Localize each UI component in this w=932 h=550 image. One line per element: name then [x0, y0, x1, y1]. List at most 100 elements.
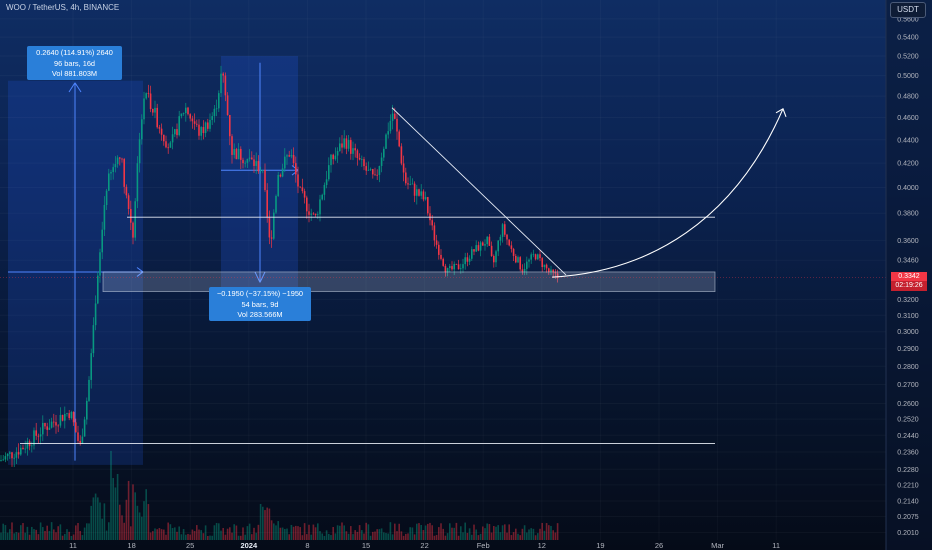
volume-bar — [46, 525, 48, 540]
candle-bull — [200, 127, 202, 136]
candle-bear — [548, 268, 550, 273]
volume-bar — [554, 532, 557, 540]
volume-bar — [178, 526, 180, 540]
candle-bear — [534, 254, 537, 260]
volume-bar — [515, 528, 517, 540]
volume-bar — [508, 524, 510, 540]
candle-bear — [202, 127, 205, 133]
candle-bear — [121, 158, 123, 160]
measure-down-volume: Vol 283.566M — [237, 310, 283, 319]
candle-bull — [317, 214, 319, 216]
volume-bar — [336, 525, 339, 540]
candle-bear — [405, 172, 407, 184]
volume-bar — [424, 525, 427, 540]
volume-bar — [6, 532, 9, 540]
volume-bar — [460, 526, 462, 540]
volume-bar — [292, 526, 295, 540]
candle-bear — [422, 191, 425, 200]
volume-bar — [343, 525, 345, 540]
volume-bar — [114, 487, 117, 540]
candle-bear — [407, 183, 409, 185]
candle-bear — [440, 254, 442, 259]
volume-bar — [143, 501, 145, 540]
chart-window[interactable]: 0.5600 0.5400 0.5200 0.5000 0.4800 0.4600 0.44… — [0, 0, 932, 550]
volume-bar — [196, 525, 198, 540]
volume-bar — [61, 535, 64, 540]
candle-bull — [48, 427, 51, 430]
candle-bear — [152, 108, 154, 113]
volume-bar — [108, 522, 110, 540]
candle-bear — [125, 186, 128, 196]
candle-bull — [471, 249, 473, 259]
candle-bear — [231, 136, 233, 155]
volume-bar — [130, 526, 132, 540]
volume-bar — [39, 522, 42, 540]
candle-bull — [213, 108, 216, 117]
volume-bar — [328, 533, 330, 540]
volume-bar — [251, 534, 253, 540]
support-zone-box — [102, 271, 716, 293]
measure-down-label: −0.1950 (−37.15%) −1950 54 bars, 9d Vol … — [209, 287, 311, 321]
price-chart[interactable]: 0.56000.54000.52000.50000.48000.46000.44… — [0, 0, 932, 550]
volume-bar — [204, 525, 207, 540]
candle-bear — [457, 264, 460, 270]
candle-bull — [290, 155, 293, 157]
candle-bull — [101, 229, 103, 253]
volume-bar — [310, 534, 312, 540]
volume-bar — [152, 531, 154, 540]
candle-bull — [284, 156, 286, 169]
volume-bar — [519, 535, 521, 540]
volume-bar — [15, 532, 18, 540]
candle-bull — [424, 197, 427, 200]
price-tick-label: 0.3100 — [897, 313, 919, 320]
time-tick-label: 12 — [538, 541, 546, 550]
candle-bear — [427, 197, 429, 214]
candle-bear — [306, 197, 308, 212]
volume-bar — [103, 503, 106, 540]
candle-bull — [90, 353, 92, 380]
time-axis[interactable]: 11 18 25 2024 8 15 22 Feb 12 19 26 Mar 11 — [69, 541, 780, 550]
volume-bar — [211, 535, 213, 540]
volume-bar — [121, 515, 123, 540]
candle-bear — [222, 73, 224, 76]
volume-bar — [248, 523, 251, 540]
volume-bar — [127, 480, 130, 540]
candle-bull — [143, 98, 145, 120]
price-tick-label: 0.4600 — [897, 115, 919, 122]
volume-bar — [193, 530, 196, 540]
volume-bar — [200, 530, 202, 540]
volume-bar — [220, 530, 222, 540]
volume-bar — [198, 529, 200, 540]
volume-bar — [440, 523, 442, 540]
candle-bear — [488, 236, 491, 246]
candle-bull — [138, 139, 141, 164]
volume-bar — [400, 531, 403, 540]
volume-bar — [83, 527, 86, 540]
price-tick-label: 0.2210 — [897, 482, 919, 489]
candle-bear — [429, 213, 431, 221]
candle-bull — [59, 414, 62, 426]
candle-bear — [149, 93, 152, 109]
candle-bear — [312, 213, 315, 215]
candle-bear — [539, 254, 541, 259]
volume-bar — [486, 523, 488, 540]
volume-bar — [176, 531, 178, 540]
candle-bear — [79, 440, 81, 444]
candle-bear — [400, 146, 403, 164]
candle-bear — [77, 432, 79, 441]
candle-bear — [127, 195, 130, 209]
volume-bar — [429, 522, 431, 540]
volume-bar — [402, 535, 405, 540]
volume-bar — [242, 527, 244, 540]
volume-bar — [354, 530, 356, 540]
candle-bear — [189, 114, 191, 119]
candle-bear — [295, 163, 297, 175]
candle-bull — [171, 134, 174, 143]
volume-bar — [233, 524, 235, 540]
candle-bull — [319, 199, 321, 215]
price-tick-label: 0.2900 — [897, 346, 919, 353]
volume-bar — [396, 531, 398, 540]
currency-button[interactable]: USDT — [890, 2, 926, 18]
volume-bar — [268, 508, 271, 540]
volume-bar — [136, 505, 139, 540]
